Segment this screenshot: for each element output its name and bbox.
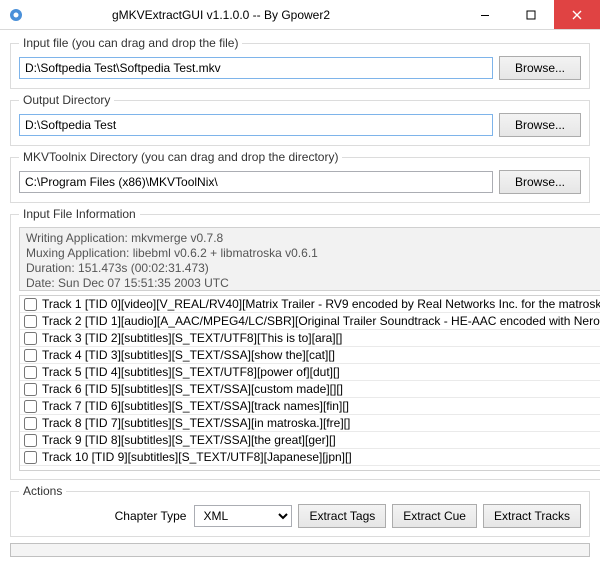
toolnix-dir-group: MKVToolnix Directory (you can drag and d… <box>10 150 590 203</box>
track-row[interactable]: Track 3 [TID 2][subtitles][S_TEXT/UTF8][… <box>20 330 600 347</box>
track-label: Track 7 [TID 6][subtitles][S_TEXT/SSA][t… <box>42 399 349 413</box>
track-row[interactable]: Track 6 [TID 5][subtitles][S_TEXT/SSA][c… <box>20 381 600 398</box>
track-label: Track 1 [TID 0][video][V_REAL/RV40][Matr… <box>42 297 600 311</box>
tracks-list[interactable]: Track 1 [TID 0][video][V_REAL/RV40][Matr… <box>19 295 600 471</box>
file-info-text[interactable]: Writing Application: mkvmerge v0.7.8 Mux… <box>19 227 600 291</box>
track-checkbox[interactable] <box>24 434 37 447</box>
input-file-group: Input file (you can drag and drop the fi… <box>10 36 590 89</box>
track-checkbox[interactable] <box>24 451 37 464</box>
track-checkbox[interactable] <box>24 298 37 311</box>
track-label: Track 5 [TID 4][subtitles][S_TEXT/UTF8][… <box>42 365 340 379</box>
browse-toolnix-button[interactable]: Browse... <box>499 170 581 194</box>
track-label: Track 9 [TID 8][subtitles][S_TEXT/SSA][t… <box>42 433 336 447</box>
track-checkbox[interactable] <box>24 332 37 345</box>
window-controls <box>462 0 600 29</box>
progress-bar <box>10 543 590 557</box>
toolnix-dir-legend: MKVToolnix Directory (you can drag and d… <box>19 150 342 164</box>
track-row[interactable]: Track 8 [TID 7][subtitles][S_TEXT/SSA][i… <box>20 415 600 432</box>
toolnix-dir-field[interactable] <box>19 171 493 193</box>
file-info-group: Input File Information Writing Applicati… <box>10 207 600 480</box>
track-row[interactable]: Track 2 [TID 1][audio][A_AAC/MPEG4/LC/SB… <box>20 313 600 330</box>
track-row[interactable]: Track 5 [TID 4][subtitles][S_TEXT/UTF8][… <box>20 364 600 381</box>
track-checkbox[interactable] <box>24 366 37 379</box>
chapter-type-label: Chapter Type <box>115 509 187 523</box>
track-checkbox[interactable] <box>24 383 37 396</box>
extract-cue-button[interactable]: Extract Cue <box>392 504 477 528</box>
minimize-button[interactable] <box>462 0 508 29</box>
actions-legend: Actions <box>19 484 66 498</box>
input-file-field[interactable] <box>19 57 493 79</box>
output-dir-field[interactable] <box>19 114 493 136</box>
track-label: Track 4 [TID 3][subtitles][S_TEXT/SSA][s… <box>42 348 335 362</box>
track-checkbox[interactable] <box>24 400 37 413</box>
extract-tags-button[interactable]: Extract Tags <box>298 504 386 528</box>
track-label: Track 2 [TID 1][audio][A_AAC/MPEG4/LC/SB… <box>42 314 600 328</box>
track-label: Track 10 [TID 9][subtitles][S_TEXT/UTF8]… <box>42 450 352 464</box>
actions-group: Actions Chapter Type XML Extract Tags Ex… <box>10 484 590 537</box>
track-row[interactable]: Track 7 [TID 6][subtitles][S_TEXT/SSA][t… <box>20 398 600 415</box>
output-dir-legend: Output Directory <box>19 93 114 107</box>
track-label: Track 3 [TID 2][subtitles][S_TEXT/UTF8][… <box>42 331 342 345</box>
track-checkbox[interactable] <box>24 349 37 362</box>
track-row[interactable]: Track 10 [TID 9][subtitles][S_TEXT/UTF8]… <box>20 449 600 466</box>
track-label: Track 6 [TID 5][subtitles][S_TEXT/SSA][c… <box>42 382 343 396</box>
track-row[interactable]: Track 9 [TID 8][subtitles][S_TEXT/SSA][t… <box>20 432 600 449</box>
chapter-type-select[interactable]: XML <box>194 505 292 527</box>
close-button[interactable] <box>554 0 600 29</box>
track-label: Track 8 [TID 7][subtitles][S_TEXT/SSA][i… <box>42 416 350 430</box>
maximize-button[interactable] <box>508 0 554 29</box>
track-row[interactable]: Track 4 [TID 3][subtitles][S_TEXT/SSA][s… <box>20 347 600 364</box>
browse-input-button[interactable]: Browse... <box>499 56 581 80</box>
output-dir-group: Output Directory Browse... <box>10 93 590 146</box>
titlebar: gMKVExtractGUI v1.1.0.0 -- By Gpower2 <box>0 0 600 30</box>
track-checkbox[interactable] <box>24 417 37 430</box>
input-file-legend: Input file (you can drag and drop the fi… <box>19 36 242 50</box>
window-title: gMKVExtractGUI v1.1.0.0 -- By Gpower2 <box>0 8 462 22</box>
extract-tracks-button[interactable]: Extract Tracks <box>483 504 581 528</box>
track-row[interactable]: Track 1 [TID 0][video][V_REAL/RV40][Matr… <box>20 296 600 313</box>
file-info-legend: Input File Information <box>19 207 140 221</box>
track-checkbox[interactable] <box>24 315 37 328</box>
browse-output-button[interactable]: Browse... <box>499 113 581 137</box>
